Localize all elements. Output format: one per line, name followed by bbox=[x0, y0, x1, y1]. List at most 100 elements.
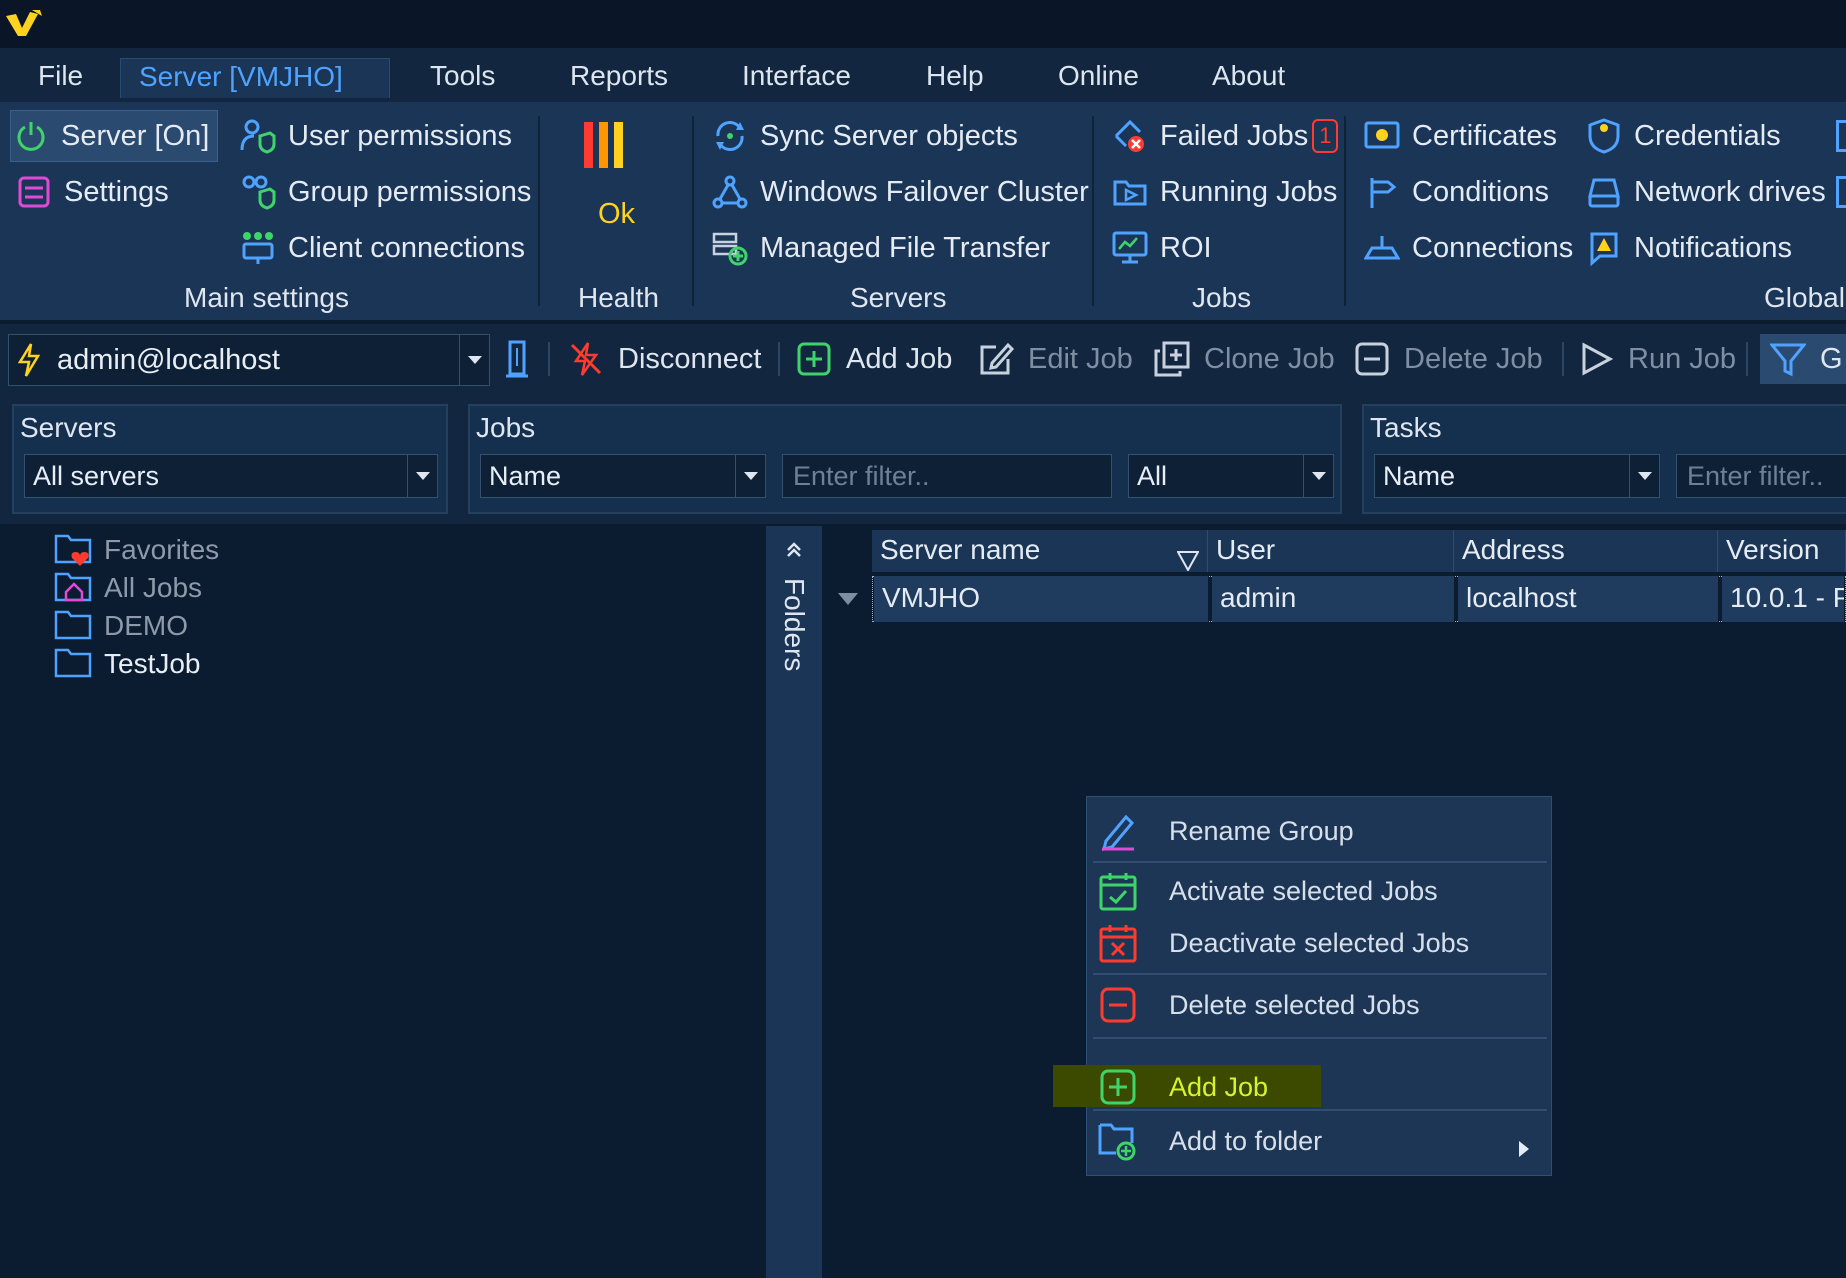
menu-server[interactable]: Server [VMJHO] bbox=[120, 58, 390, 98]
add-square-icon bbox=[794, 339, 834, 379]
column-header-user[interactable]: User bbox=[1208, 530, 1454, 572]
ribbon: Server [On] Settings User permissions Gr… bbox=[0, 102, 1846, 322]
folders-tab-label: Folders bbox=[779, 578, 810, 672]
favorites-folder-icon bbox=[54, 532, 94, 568]
health-status: Ok bbox=[598, 198, 636, 230]
menu-file[interactable]: File bbox=[20, 58, 101, 98]
failed-jobs-icon bbox=[1110, 116, 1150, 156]
pencil-icon bbox=[1095, 808, 1141, 854]
windows-failover-cluster-button[interactable]: Windows Failover Cluster bbox=[710, 166, 1089, 218]
tree-item-all-jobs[interactable]: All Jobs bbox=[54, 570, 202, 606]
connection-select[interactable]: admin@localhost bbox=[8, 334, 490, 386]
network-drive-icon bbox=[1584, 172, 1624, 212]
network-drives-button[interactable]: Network drives bbox=[1584, 166, 1826, 218]
tasks-filter-label: Tasks bbox=[1370, 412, 1442, 443]
user-permissions-button[interactable]: User permissions bbox=[238, 110, 512, 162]
sync-server-objects-button[interactable]: Sync Server objects bbox=[710, 110, 1018, 162]
notifications-button[interactable]: Notifications bbox=[1584, 222, 1792, 274]
managed-file-transfer-button[interactable]: Managed File Transfer bbox=[710, 222, 1050, 274]
clone-job-button[interactable]: Clone Job bbox=[1152, 334, 1335, 384]
disconnect-button[interactable]: Disconnect bbox=[566, 334, 761, 384]
certificate-icon bbox=[1362, 116, 1402, 156]
client-connections-icon bbox=[238, 228, 278, 268]
chevron-down-icon[interactable] bbox=[459, 335, 489, 385]
connections-button[interactable]: Connections bbox=[1362, 222, 1573, 274]
menu-item-add-to-folder[interactable]: Add to folder bbox=[1087, 1115, 1553, 1167]
menu-online[interactable]: Online bbox=[1040, 58, 1157, 98]
tree-item-testjob[interactable]: TestJob bbox=[54, 646, 201, 682]
run-job-button[interactable]: Run Job bbox=[1576, 334, 1736, 384]
cell-server-name: VMJHO bbox=[874, 576, 1208, 622]
menu-interface[interactable]: Interface bbox=[724, 58, 869, 98]
connections-icon bbox=[1362, 228, 1402, 268]
health-label: Health bbox=[578, 282, 659, 313]
failed-jobs-button[interactable]: Failed Jobs 1 bbox=[1110, 110, 1339, 162]
ribbon-divider bbox=[538, 116, 540, 306]
health-bars-icon[interactable] bbox=[582, 120, 626, 170]
toolbar-divider bbox=[548, 342, 550, 376]
context-menu: Rename Group Activate selected Jobs Deac… bbox=[1053, 796, 1553, 1176]
edit-icon bbox=[976, 339, 1016, 379]
disconnect-icon bbox=[566, 339, 606, 379]
minus-square-icon bbox=[1095, 982, 1141, 1028]
ribbon-divider bbox=[1092, 116, 1094, 306]
cut-off-icon bbox=[1836, 176, 1846, 208]
sliders-icon bbox=[14, 172, 54, 212]
global-group-label: Global bbox=[1764, 282, 1845, 313]
menu-help[interactable]: Help bbox=[908, 58, 1002, 98]
toolbar-divider bbox=[1746, 342, 1748, 376]
cell-user: admin bbox=[1212, 576, 1454, 622]
clone-icon bbox=[1152, 339, 1192, 379]
calendar-x-icon bbox=[1095, 920, 1141, 966]
menu-item-activate-jobs[interactable]: Activate selected Jobs bbox=[1087, 865, 1553, 917]
menu-item-deactivate-jobs[interactable]: Deactivate selected Jobs bbox=[1087, 917, 1553, 969]
group-permissions-button[interactable]: Group permissions bbox=[238, 166, 531, 218]
ribbon-divider bbox=[692, 116, 694, 306]
jobs-filter-group: Jobs Name Enter filter.. All bbox=[468, 404, 1342, 514]
roi-button[interactable]: ROI bbox=[1110, 222, 1212, 274]
menu-item-delete-jobs[interactable]: Delete selected Jobs bbox=[1087, 979, 1553, 1031]
failed-jobs-badge: 1 bbox=[1312, 119, 1339, 153]
menu-separator bbox=[1093, 1037, 1547, 1039]
server-tower-icon[interactable] bbox=[502, 340, 532, 380]
filter-toggle-button[interactable]: G bbox=[1760, 334, 1846, 384]
certificates-button[interactable]: Certificates bbox=[1362, 110, 1557, 162]
column-header-version[interactable]: Version bbox=[1718, 530, 1846, 572]
tasks-filter-group: Tasks Name Enter filter.. bbox=[1362, 404, 1846, 514]
cut-off-icon bbox=[1836, 120, 1846, 152]
jobs-field-select[interactable]: Name bbox=[480, 454, 766, 498]
edit-job-button[interactable]: Edit Job bbox=[976, 334, 1133, 384]
delete-job-button[interactable]: Delete Job bbox=[1352, 334, 1543, 384]
servers-select[interactable]: All servers bbox=[24, 454, 438, 498]
tasks-field-select[interactable]: Name bbox=[1374, 454, 1660, 498]
server-on-button[interactable]: Server [On] bbox=[10, 110, 219, 162]
tasks-filter-input[interactable]: Enter filter.. bbox=[1676, 454, 1846, 498]
tree-item-favorites[interactable]: Favorites bbox=[54, 532, 219, 568]
collapse-up-icon[interactable] bbox=[780, 536, 808, 564]
row-expand-icon[interactable] bbox=[838, 592, 858, 610]
cell-address: localhost bbox=[1458, 576, 1718, 622]
column-header-address[interactable]: Address bbox=[1454, 530, 1718, 572]
jobs-filter-input[interactable]: Enter filter.. bbox=[782, 454, 1112, 498]
menu-item-rename-group[interactable]: Rename Group bbox=[1087, 805, 1553, 857]
all-jobs-folder-icon bbox=[54, 570, 94, 606]
folder-icon bbox=[54, 646, 94, 682]
menu-item-add-job[interactable]: Add Job bbox=[1087, 1061, 1553, 1113]
column-header-server-name[interactable]: Server name bbox=[872, 530, 1208, 573]
settings-button[interactable]: Settings bbox=[14, 166, 169, 218]
client-connections-button[interactable]: Client connections bbox=[238, 222, 525, 274]
menu-reports[interactable]: Reports bbox=[552, 58, 686, 98]
credentials-button[interactable]: Credentials bbox=[1584, 110, 1781, 162]
conditions-button[interactable]: Conditions bbox=[1362, 166, 1549, 218]
jobs-scope-select[interactable]: All bbox=[1128, 454, 1334, 498]
add-job-button[interactable]: Add Job bbox=[794, 334, 952, 384]
menu-separator bbox=[1093, 861, 1547, 863]
jobs-filter-label: Jobs bbox=[476, 412, 536, 443]
add-square-icon bbox=[1095, 1064, 1141, 1110]
folders-side-tab[interactable]: Folders bbox=[766, 526, 822, 1278]
menu-tools[interactable]: Tools bbox=[412, 58, 513, 98]
running-jobs-button[interactable]: Running Jobs bbox=[1110, 166, 1337, 218]
menu-about[interactable]: About bbox=[1194, 58, 1303, 98]
filter-funnel-icon bbox=[1768, 339, 1808, 379]
tree-item-demo[interactable]: DEMO bbox=[54, 608, 188, 644]
